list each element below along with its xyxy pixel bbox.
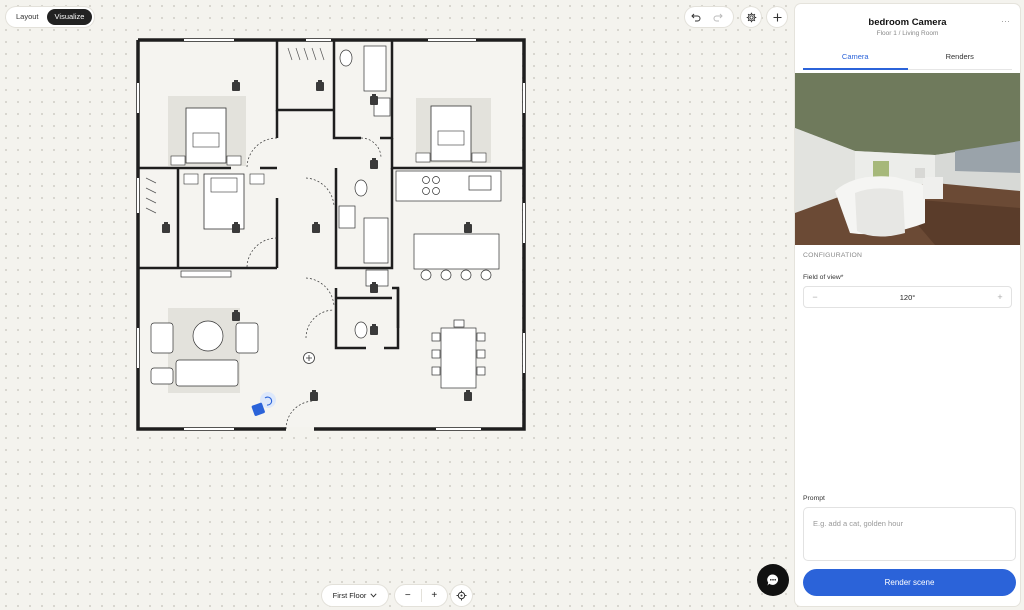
tab-renders[interactable]: Renders: [908, 50, 1013, 69]
chat-icon: [767, 574, 779, 586]
prompt-label: Prompt: [803, 495, 825, 502]
floor-select[interactable]: First Floor: [322, 585, 388, 606]
fov-label: Field of view*: [803, 274, 844, 281]
zoom-controls: − +: [395, 585, 447, 606]
gear-icon: [741, 7, 761, 27]
floor-select-label: First Floor: [332, 591, 367, 600]
settings-button[interactable]: [741, 7, 761, 27]
prompt-input[interactable]: [803, 507, 1016, 561]
history-controls: [685, 7, 733, 27]
fov-stepper: − 120° +: [803, 286, 1012, 308]
chevron-down-icon: [370, 593, 377, 598]
add-button[interactable]: [767, 7, 787, 27]
floor-plan-drawing: [136, 38, 526, 431]
tab-camera[interactable]: Camera: [803, 50, 908, 70]
zoom-out-button[interactable]: −: [395, 590, 421, 601]
panel-title: bedroom Camera: [868, 17, 947, 28]
panel-tabs: Camera Renders: [803, 50, 1012, 70]
fov-value[interactable]: 120°: [826, 293, 989, 302]
visualize-mode-button[interactable]: Visualize: [46, 9, 93, 25]
crosshair-icon: [456, 590, 467, 601]
undo-icon[interactable]: [685, 7, 707, 27]
layout-mode-button[interactable]: Layout: [8, 9, 47, 25]
zoom-in-button[interactable]: +: [422, 590, 448, 601]
render-scene-button[interactable]: Render scene: [803, 569, 1016, 596]
floor-plan[interactable]: [136, 38, 526, 431]
configuration-heading: CONFIGURATION: [803, 252, 863, 259]
recenter-button[interactable]: [451, 585, 472, 606]
fov-increase-button[interactable]: +: [989, 292, 1011, 302]
ellipsis-icon[interactable]: ···: [1001, 16, 1010, 26]
fov-decrease-button[interactable]: −: [804, 292, 826, 302]
plus-icon: [767, 7, 787, 27]
camera-preview: [795, 73, 1020, 245]
redo-icon[interactable]: [707, 7, 729, 27]
mode-toggle: Layout Visualize: [6, 7, 95, 27]
add-item-icon[interactable]: [303, 352, 315, 364]
camera-panel: bedroom Camera Floor 1 / Living Room ···…: [795, 4, 1020, 606]
chat-button[interactable]: [757, 564, 789, 596]
panel-breadcrumb: Floor 1 / Living Room: [876, 30, 939, 37]
